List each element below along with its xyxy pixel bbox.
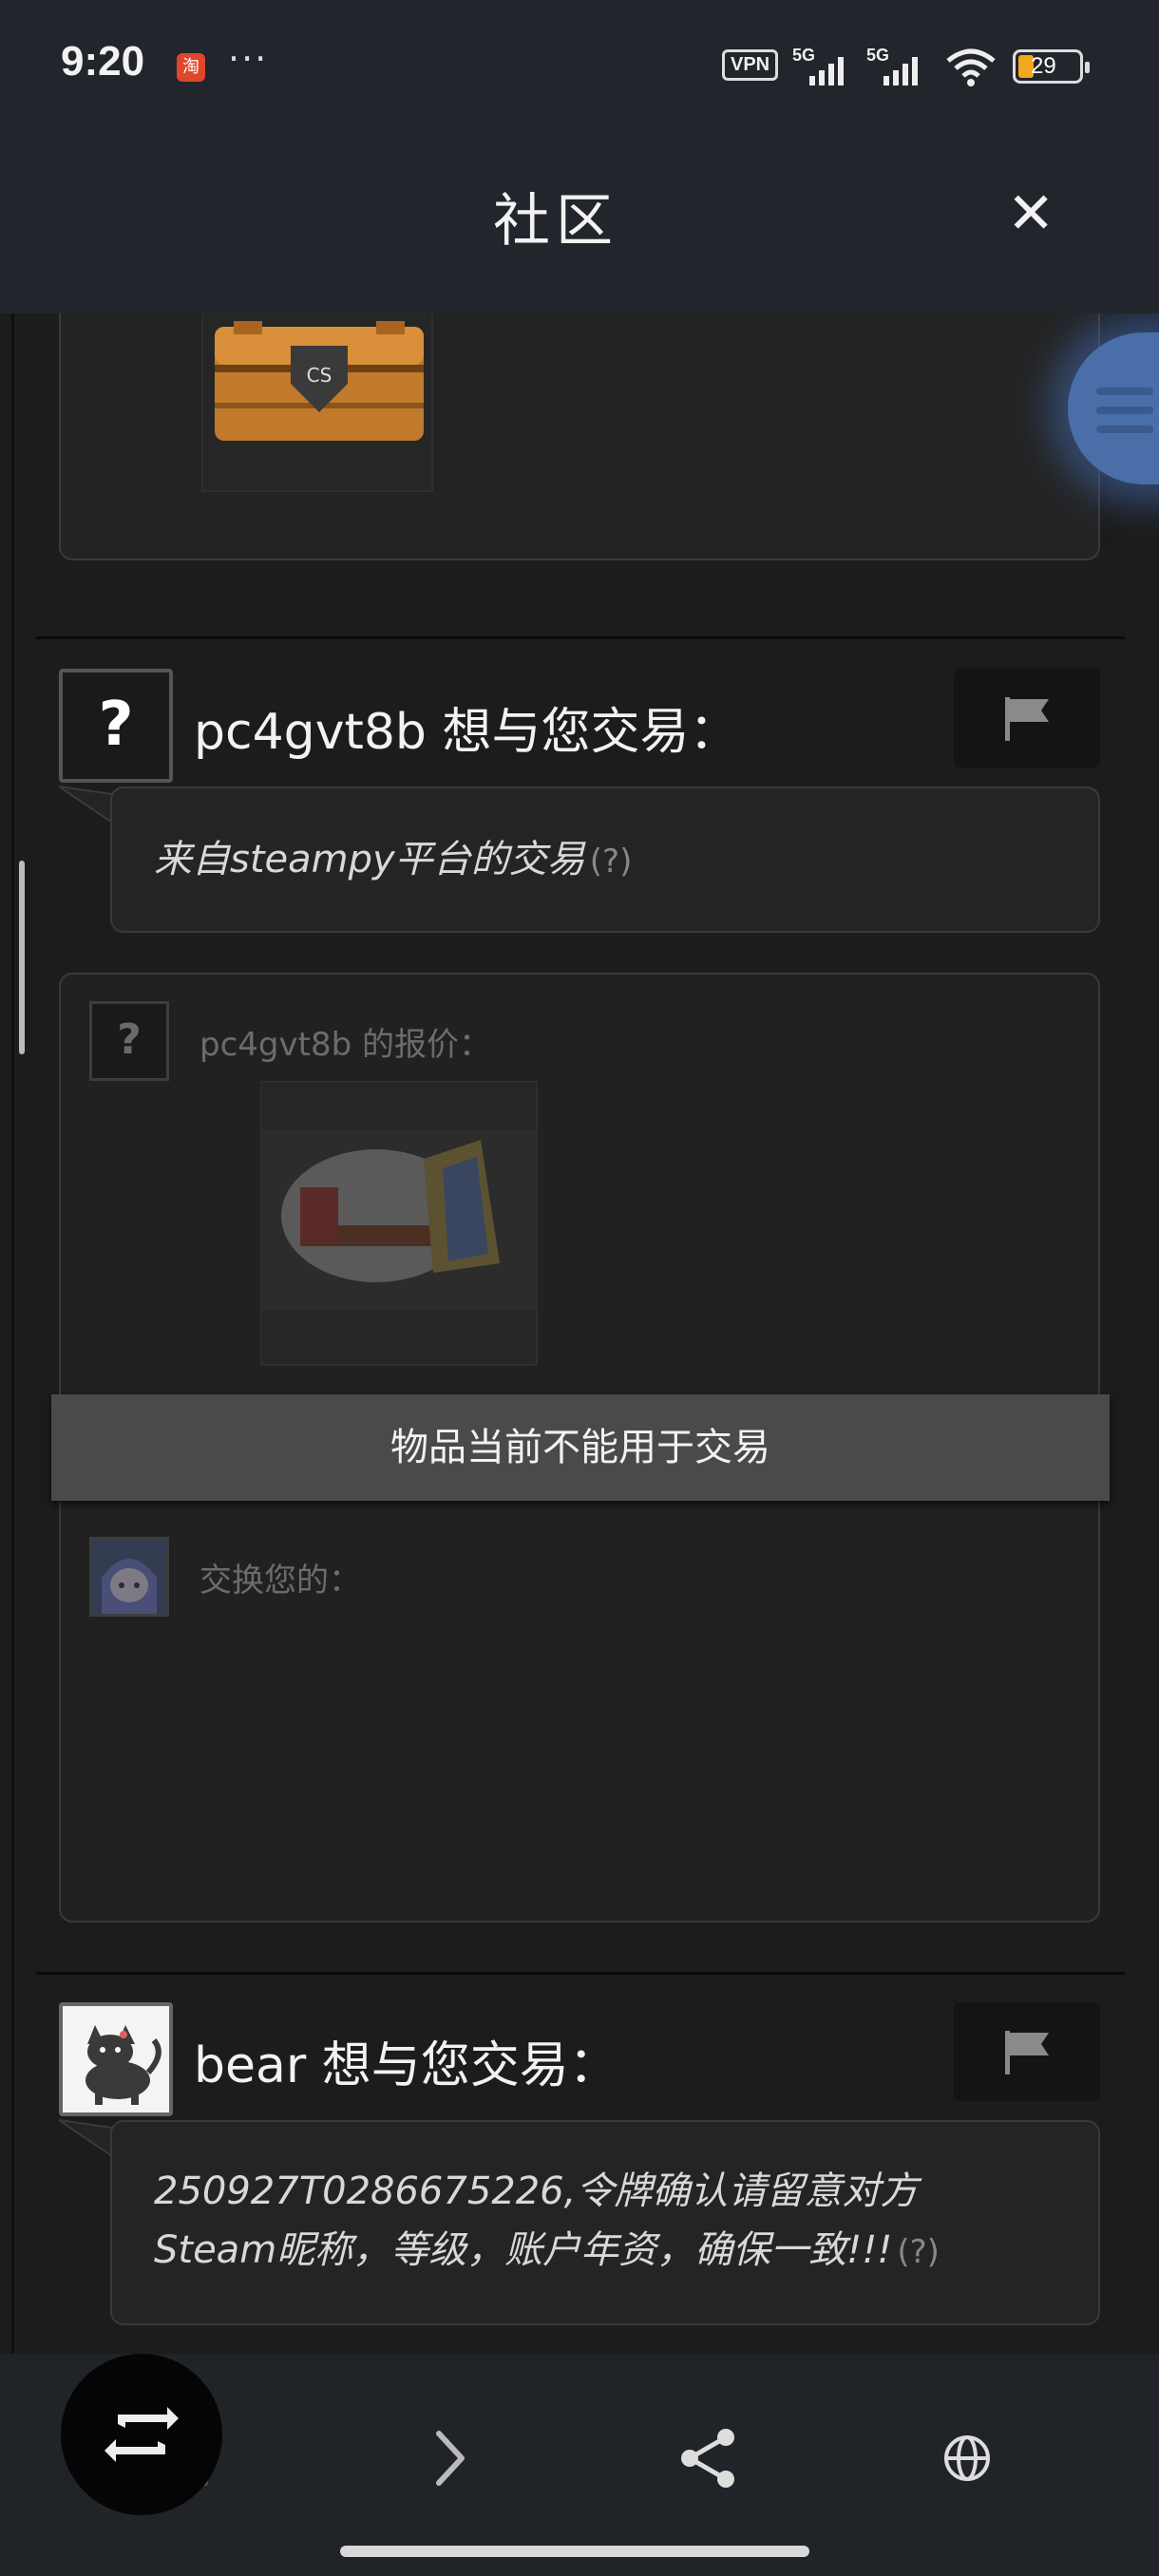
share-icon[interactable] (671, 2420, 747, 2496)
status-time: 9:20 (61, 38, 145, 85)
exchange-yours-label: 交换您的： (200, 1562, 361, 1600)
page-title: 社区 (493, 188, 618, 255)
vpn-icon: VPN (722, 49, 779, 81)
cs-case-item-image: CS (215, 321, 424, 441)
taobao-app-icon: 淘 (177, 53, 205, 82)
message-help-link[interactable]: (?) (590, 843, 633, 881)
globe-icon[interactable] (929, 2420, 1005, 2496)
status-bar: 9:20 淘 ··· VPN 5G 5G 29 (0, 0, 1159, 133)
anime-avatar-image (92, 1540, 166, 1614)
message-help-link[interactable]: (?) (897, 2233, 940, 2271)
black-cat-avatar-image (63, 2006, 169, 2112)
item-thumbnail[interactable]: CS (201, 313, 433, 492)
offered-item-image (262, 1130, 536, 1311)
partner-offer-label: pc4gvt8b 的报价： (200, 1026, 491, 1064)
flag-icon (1005, 2031, 1049, 2074)
trade-heading: pc4gvt8b 想与您交易： (194, 704, 739, 761)
section-divider (36, 1972, 1125, 1975)
trade-heading: bear 想与您交易： (194, 2037, 618, 2094)
trade-message-bubble: 250927T0286675226,令牌确认请留意对方 Steam昵称，等级，账… (110, 2120, 1100, 2325)
signal-bars-icon (809, 57, 844, 85)
battery-level: 29 (1031, 53, 1056, 79)
report-flag-button[interactable] (954, 669, 1100, 767)
wifi-icon (946, 48, 996, 86)
more-notifications-icon: ··· (228, 38, 269, 80)
trade-message-line-1: 250927T0286675226,令牌确认请留意对方 (154, 2169, 919, 2213)
bubble-tail (59, 2119, 112, 2156)
unknown-avatar-icon: ? (98, 690, 134, 760)
item-unavailable-banner: 物品当前不能用于交易 (51, 1394, 1110, 1501)
svg-text:CS: CS (307, 364, 332, 387)
trade-message-line-2: Steam昵称，等级，账户年资，确保一致!!! (154, 2228, 893, 2272)
flag-icon (1005, 697, 1049, 741)
unknown-avatar-icon: ? (117, 1015, 142, 1064)
close-button[interactable]: ✕ (1007, 180, 1054, 247)
scrollbar-thumb[interactable] (19, 861, 25, 1054)
swap-float-button[interactable] (61, 2354, 222, 2515)
partner-small-avatar: ? (89, 1001, 169, 1081)
trade-offers-list[interactable]: CS ? pc4gvt8b 想与您交易： 来自steampy平台的交易 (?) … (0, 313, 1159, 2354)
trade-message: 来自steampy平台的交易 (154, 838, 585, 881)
user-avatar[interactable]: ? (59, 669, 173, 783)
report-flag-button[interactable] (954, 2002, 1100, 2101)
signal-bars-icon-2 (884, 57, 918, 85)
battery-icon: 29 (1013, 49, 1090, 84)
section-divider (36, 636, 1125, 639)
home-indicator[interactable] (340, 2546, 809, 2557)
swap-icon (104, 2407, 179, 2462)
left-edge-divider (11, 313, 14, 2354)
my-small-avatar (89, 1537, 169, 1617)
trade-message-bubble: 来自steampy平台的交易 (?) (110, 786, 1100, 933)
bubble-tail (59, 786, 112, 823)
title-bar: 社区 ✕ (0, 133, 1159, 313)
chevron-right-icon[interactable] (410, 2420, 486, 2496)
bear-user-avatar[interactable] (59, 2002, 173, 2116)
previous-trade-card: CS (59, 313, 1100, 560)
offered-item-slot[interactable] (260, 1081, 538, 1366)
